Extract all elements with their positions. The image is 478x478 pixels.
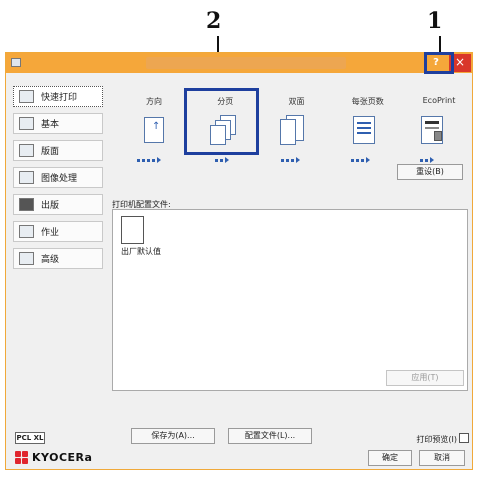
sidebar-item-advanced[interactable]: 高级 <box>13 248 103 269</box>
collate-highlight-box <box>184 88 259 155</box>
publishing-icon <box>19 198 34 211</box>
callout-line-1 <box>439 36 441 52</box>
sidebar-item-label: 版面 <box>41 147 60 157</box>
tab-orientation[interactable]: 方向 <box>124 96 184 107</box>
orientation-selector[interactable] <box>137 157 161 163</box>
sidebar: 快速打印 基本 版面 图像处理 出版 作业 高级 <box>13 86 103 275</box>
duplex-icon[interactable] <box>274 113 310 153</box>
cancel-button[interactable]: 取消 <box>419 450 465 466</box>
ecoprint-icon[interactable] <box>415 113 451 153</box>
collate-selector[interactable] <box>215 157 229 163</box>
sidebar-item-quick-print[interactable]: 快速打印 <box>13 86 103 107</box>
duplex-selector[interactable] <box>281 157 300 163</box>
help-highlight-box <box>424 52 454 74</box>
profile-item-factory-default[interactable]: 出厂默认值 <box>121 216 161 257</box>
quick-print-tabs: 方向 分页 双面 每张页数 EcoPrint <box>124 96 469 107</box>
sidebar-item-label: 基本 <box>41 120 60 130</box>
job-icon <box>19 225 34 238</box>
printer-profile-list[interactable]: 出厂默认值 应用(T) <box>112 209 468 391</box>
quick-print-icon <box>19 90 34 103</box>
pages-per-sheet-icon[interactable] <box>347 113 383 153</box>
kyocera-logo-icon <box>15 451 28 464</box>
sidebar-item-label: 出版 <box>41 201 60 211</box>
sidebar-item-job[interactable]: 作业 <box>13 221 103 242</box>
sidebar-item-label: 图像处理 <box>41 174 78 184</box>
ok-button[interactable]: 确定 <box>368 450 412 466</box>
basic-icon <box>19 117 34 130</box>
sidebar-item-label: 作业 <box>41 228 60 238</box>
brand-name: KYOCERa <box>32 451 93 464</box>
apply-button[interactable]: 应用(T) <box>386 370 464 386</box>
print-preview-checkbox[interactable] <box>459 433 469 443</box>
callout-number-1: 1 <box>427 8 443 34</box>
tab-duplex[interactable]: 双面 <box>267 96 327 107</box>
pages-per-sheet-selector[interactable] <box>351 157 370 163</box>
orientation-icon[interactable]: ↑ <box>136 113 172 153</box>
sidebar-item-label: 快速打印 <box>41 93 78 103</box>
layout-icon <box>19 144 34 157</box>
sidebar-item-basic[interactable]: 基本 <box>13 113 103 134</box>
profile-thumbnail-icon <box>121 216 144 244</box>
sidebar-item-label: 高级 <box>41 255 60 265</box>
callout-number-2: 2 <box>206 8 222 34</box>
advanced-icon <box>19 252 34 265</box>
printer-icon <box>11 58 21 67</box>
pdl-badge: PCL XL <box>15 432 45 444</box>
tab-pages-per-sheet[interactable]: 每张页数 <box>338 96 398 107</box>
kyocera-logo: KYOCERa <box>15 451 92 464</box>
window-title-blurred <box>146 57 346 69</box>
imaging-icon <box>19 171 34 184</box>
bottom-bar: PCL XL 打印预览(I) KYOCERa 确定 取消 <box>6 427 472 467</box>
sidebar-item-layout[interactable]: 版面 <box>13 140 103 161</box>
ecoprint-selector[interactable] <box>420 157 434 163</box>
tab-ecoprint[interactable]: EcoPrint <box>409 96 469 107</box>
sidebar-item-imaging[interactable]: 图像处理 <box>13 167 103 188</box>
sidebar-item-publishing[interactable]: 出版 <box>13 194 103 215</box>
profile-name: 出厂默认值 <box>121 247 161 256</box>
print-preview-label: 打印预览(I) <box>416 435 457 444</box>
reset-button[interactable]: 重设(B) <box>397 164 463 180</box>
title-bar: ? × <box>6 53 472 73</box>
